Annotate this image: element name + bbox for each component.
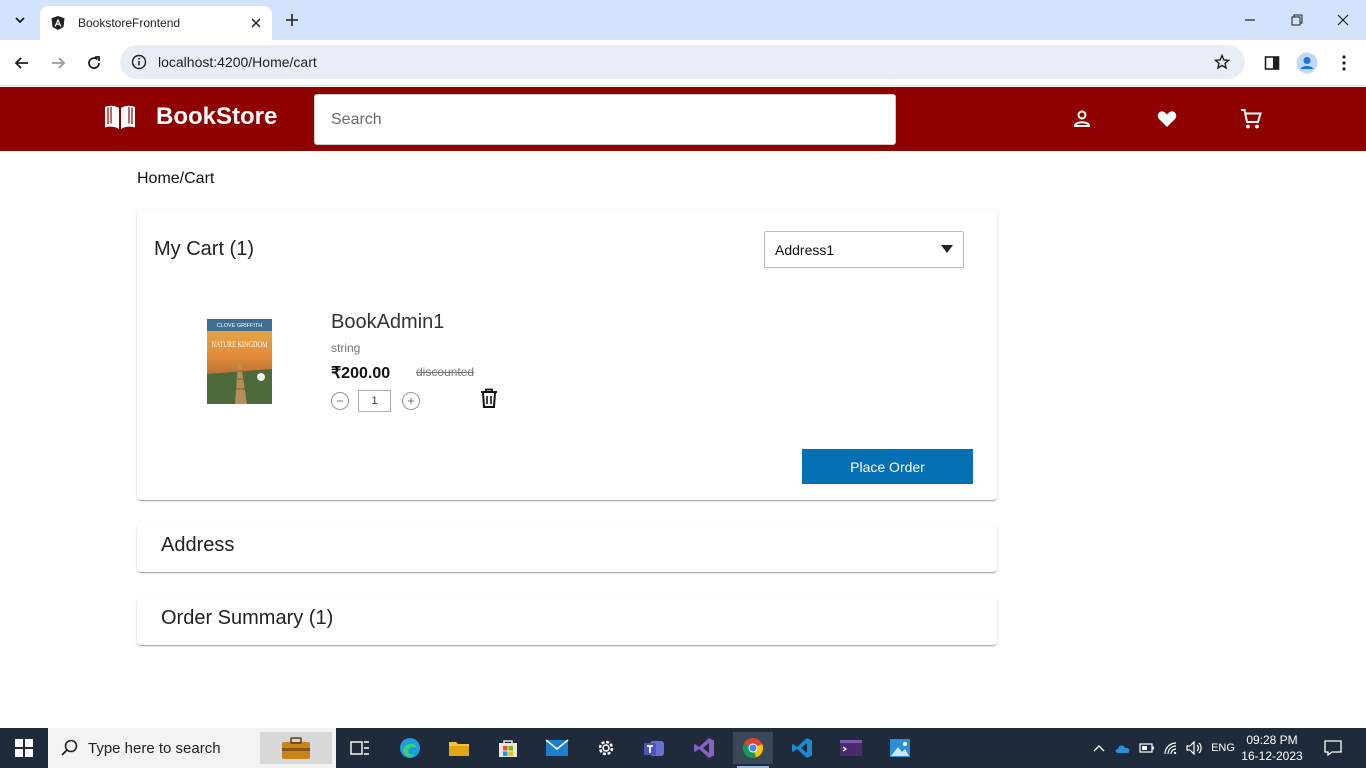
cart-icon[interactable]	[1239, 107, 1263, 131]
cover-author-text: CLOVE GRIFFITH	[217, 323, 263, 329]
store-icon[interactable]	[488, 732, 528, 764]
onedrive-cloud-icon[interactable]	[1112, 728, 1134, 768]
terminal-icon[interactable]	[831, 732, 871, 764]
reload-icon[interactable]	[81, 50, 107, 76]
browser-toolbar: localhost:4200/Home/cart	[0, 40, 1366, 86]
profile-icon[interactable]	[1070, 107, 1094, 131]
back-icon[interactable]	[9, 50, 35, 76]
address-bar[interactable]: localhost:4200/Home/cart	[120, 45, 1245, 79]
angular-icon	[51, 16, 65, 30]
chrome-icon[interactable]	[733, 732, 773, 768]
open-book-icon	[105, 105, 135, 129]
tab-search-chevron-icon[interactable]	[8, 8, 32, 32]
book-title[interactable]: BookAdmin1	[331, 311, 444, 334]
book-price: ₹200.00	[331, 365, 391, 382]
order-summary-title: Order Summary (1)	[161, 607, 334, 629]
wifi-icon[interactable]	[1160, 728, 1182, 768]
teams-icon[interactable]	[635, 732, 675, 764]
taskbar-search-box[interactable]: Type here to search	[48, 728, 336, 768]
side-panel-icon[interactable]	[1259, 50, 1285, 76]
increase-quantity-button[interactable]	[402, 392, 420, 410]
url-text: localhost:4200/Home/cart	[158, 54, 317, 70]
file-explorer-icon[interactable]	[439, 732, 479, 764]
clock-time: 09:28 PM	[1246, 733, 1298, 747]
wishlist-heart-icon[interactable]	[1155, 107, 1179, 131]
browser-tab-bar: BookstoreFrontend	[0, 0, 1366, 40]
bookmark-star-icon[interactable]	[1211, 51, 1233, 73]
minus-icon	[337, 400, 343, 402]
show-hidden-icons-chevron-icon[interactable]	[1089, 728, 1109, 768]
close-tab-icon[interactable]	[246, 13, 266, 33]
address-panel[interactable]: Address	[137, 524, 997, 572]
new-tab-icon[interactable]	[282, 10, 302, 30]
language-indicator[interactable]: ENG	[1208, 728, 1238, 768]
app-header: BookStore	[0, 87, 1366, 151]
minimize-icon[interactable]	[1238, 8, 1262, 32]
edge-icon[interactable]	[390, 732, 430, 764]
quantity-input[interactable]	[358, 390, 391, 412]
browser-menu-icon[interactable]	[1331, 50, 1357, 76]
cover-title-text: NATURE KINGDOM	[212, 340, 268, 349]
windows-start-icon[interactable]	[0, 728, 48, 768]
browser-tab[interactable]: BookstoreFrontend	[40, 6, 272, 40]
book-cover-image: CLOVE GRIFFITH NATURE KINGDOM	[207, 319, 272, 404]
discount-label: discounted	[416, 365, 475, 379]
breadcrumb[interactable]: Home/Cart	[137, 170, 214, 188]
mail-icon[interactable]	[537, 732, 577, 764]
taskbar: Type here to search ENG 09:28 PM 16-12-2…	[0, 728, 1366, 768]
close-window-icon[interactable]	[1331, 8, 1355, 32]
delete-trash-icon[interactable]	[480, 388, 498, 408]
clock-date: 16-12-2023	[1241, 749, 1303, 763]
site-info-icon[interactable]	[130, 53, 148, 71]
forward-icon[interactable]	[45, 50, 71, 76]
decrease-quantity-button[interactable]	[331, 392, 349, 410]
address-select[interactable]: Address1	[764, 231, 964, 268]
place-order-button[interactable]: Place Order	[802, 449, 973, 484]
notifications-icon[interactable]	[1320, 728, 1346, 768]
settings-gear-icon[interactable]	[586, 732, 626, 764]
search-icon	[61, 739, 78, 756]
book-author: string	[331, 341, 361, 355]
taskbar-search-text: Type here to search	[88, 739, 221, 757]
profile-avatar-icon[interactable]	[1294, 50, 1320, 76]
briefcase-icon[interactable]	[260, 732, 332, 764]
order-summary-panel[interactable]: Order Summary (1)	[137, 597, 997, 645]
cart-title: My Cart (1)	[154, 238, 254, 260]
volume-icon[interactable]	[1184, 728, 1206, 768]
vscode-icon[interactable]	[782, 732, 822, 764]
search-input[interactable]	[314, 94, 896, 145]
brand-name: BookStore	[156, 103, 278, 130]
dropdown-caret-icon	[941, 245, 953, 253]
photos-icon[interactable]	[880, 732, 920, 764]
address-title: Address	[161, 534, 235, 556]
address-select-value: Address1	[775, 241, 835, 258]
tab-title: BookstoreFrontend	[78, 16, 181, 30]
logo[interactable]: BookStore	[104, 103, 277, 131]
my-cart-panel: My Cart (1) Address1 CLOVE GRIFFITH NATU…	[137, 209, 997, 500]
battery-icon[interactable]	[1136, 728, 1158, 768]
restore-icon[interactable]	[1285, 8, 1309, 32]
clock[interactable]: 09:28 PM 16-12-2023	[1236, 732, 1308, 764]
plus-icon	[408, 398, 414, 404]
task-view-icon[interactable]	[340, 732, 380, 764]
visual-studio-icon[interactable]	[684, 732, 724, 764]
